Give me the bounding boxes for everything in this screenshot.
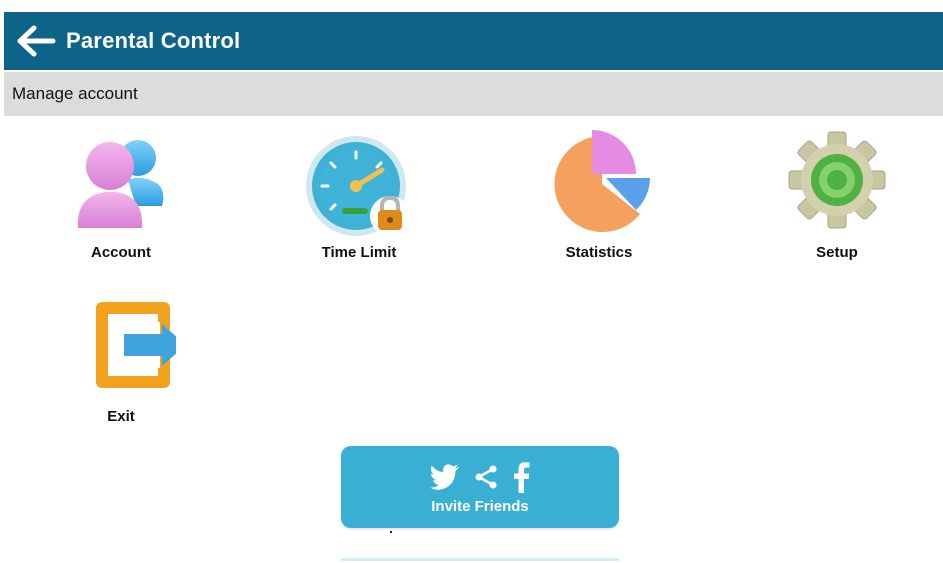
arrow-left-icon [17,25,56,57]
exit-icon [66,294,176,404]
bottom-indicator [341,558,619,561]
setup-label: Setup [816,244,858,261]
section-title: Manage account [12,84,138,103]
section-header: Manage account [4,72,943,116]
facebook-icon [514,461,530,493]
page-title: Parental Control [66,28,241,53]
exit-label: Exit [107,408,135,425]
pie-chart-icon [544,130,654,240]
invite-friends-button[interactable]: Invite Friends [341,446,619,528]
timer-lock-icon [304,130,414,240]
time-limit-button[interactable]: Time Limit [284,130,434,270]
share-icon [475,465,497,488]
statistics-button[interactable]: Statistics [524,130,674,270]
social-icons [430,460,530,494]
back-button[interactable] [14,19,58,63]
account-label: Account [91,244,151,261]
setup-button[interactable]: Setup [762,130,912,270]
account-button[interactable]: Account [46,130,196,270]
time-limit-label: Time Limit [321,244,397,261]
exit-button[interactable]: Exit [46,294,196,434]
app-bar: Parental Control [4,12,943,70]
gear-icon [782,130,892,240]
twitter-icon [430,463,459,490]
account-icon [66,130,176,240]
cursor-dot [390,531,392,533]
statistics-label: Statistics [565,244,633,261]
invite-friends-label: Invite Friends [431,497,529,515]
top-area: Parental Control [0,0,943,72]
